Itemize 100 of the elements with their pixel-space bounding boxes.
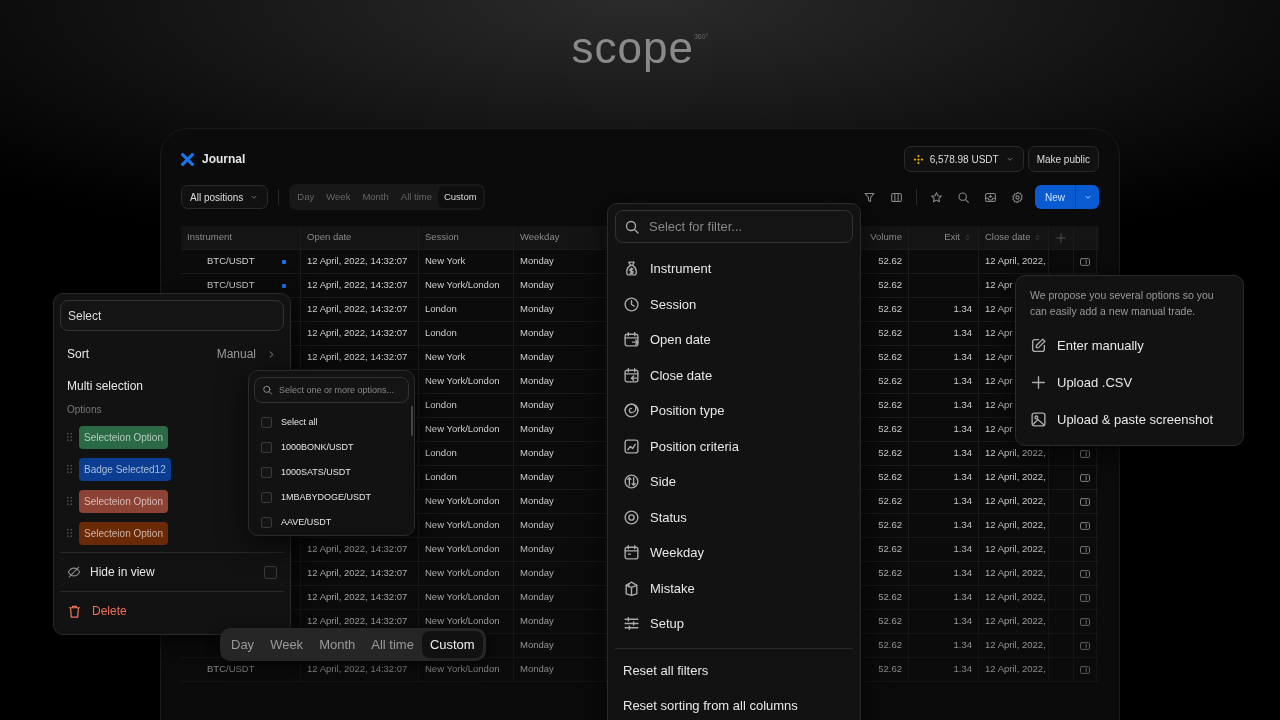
checkbox[interactable] xyxy=(261,467,272,478)
side-panel-icon[interactable] xyxy=(1079,663,1091,676)
option-tag[interactable]: Selecteion Option xyxy=(79,425,168,449)
popover-option[interactable]: Upload .CSV xyxy=(1030,364,1229,401)
table-cell: 1.34 xyxy=(953,350,972,365)
side-panel-icon[interactable] xyxy=(1079,543,1091,556)
popover-option[interactable]: Enter manually xyxy=(1030,327,1229,364)
table-cell: London xyxy=(425,470,457,485)
sort-menu-item[interactable]: Sort Manual xyxy=(60,344,284,364)
filter-option[interactable]: Side xyxy=(615,464,853,500)
make-public-button[interactable]: Make public xyxy=(1027,146,1099,172)
table-cell: 1.34 xyxy=(953,518,972,533)
table-cell: 12 April, 2022, 14:32:07 xyxy=(307,278,408,293)
side-panel-icon[interactable] xyxy=(1079,255,1091,268)
table-cell: 12 Apr xyxy=(985,374,1013,389)
filter-option[interactable]: Position criteria xyxy=(615,428,853,464)
add-column-icon[interactable] xyxy=(1055,231,1067,244)
checkbox[interactable] xyxy=(261,442,272,453)
option-label[interactable]: 1000SATS/USDT xyxy=(281,465,351,480)
image-icon xyxy=(1030,411,1047,428)
column-header[interactable]: Close date xyxy=(985,230,1031,245)
option-tag[interactable]: Selecteion Option xyxy=(79,489,168,513)
period-tab[interactable]: All time xyxy=(363,631,422,658)
filter-option[interactable]: Open date xyxy=(615,322,853,358)
option-label[interactable]: 1MBABYDOGE/USDT xyxy=(281,490,372,505)
side-panel-icon[interactable] xyxy=(1079,471,1091,484)
table-cell: 52.62 xyxy=(878,446,902,461)
period-tab[interactable]: Month xyxy=(311,631,364,658)
inbox-icon[interactable] xyxy=(984,190,997,204)
balance-dropdown[interactable]: 6,578.98 USDT xyxy=(903,146,1024,172)
side-panel-icon[interactable] xyxy=(1079,519,1091,532)
table-cell: London xyxy=(425,398,457,413)
plus-icon xyxy=(1030,374,1047,391)
option-label[interactable]: AAVE/USDT xyxy=(281,515,332,530)
search-field[interactable]: Select for filter... xyxy=(615,210,853,243)
option-label[interactable]: 1000BONK/USDT xyxy=(281,440,354,455)
table-cell: 52.62 xyxy=(878,470,902,485)
menu-action[interactable]: Reset all filters xyxy=(615,652,853,688)
table-cell: 1.34 xyxy=(953,326,972,341)
drag-handle-icon[interactable] xyxy=(67,464,72,474)
filter-option[interactable]: Close date xyxy=(615,357,853,393)
column-header[interactable]: Weekday xyxy=(520,230,560,245)
side-panel-icon[interactable] xyxy=(1079,639,1091,652)
option-tag[interactable]: Selecteion Option xyxy=(79,521,168,545)
popover-option[interactable]: Upload & paste screenshot xyxy=(1030,401,1229,438)
filter-option[interactable]: Position type xyxy=(615,393,853,429)
drag-handle-icon[interactable] xyxy=(67,432,72,442)
select-field[interactable]: Select xyxy=(60,300,284,331)
option-label[interactable]: Select all xyxy=(281,415,318,430)
table-cell: 52.62 xyxy=(878,662,902,677)
table-cell: 12 April, 2022, xyxy=(985,566,1046,581)
filter-option[interactable]: Instrument xyxy=(615,251,853,287)
search-field[interactable]: Select one or more options... xyxy=(254,377,409,403)
period-tab[interactable]: Week xyxy=(262,631,312,658)
filter-option[interactable]: Setup xyxy=(615,606,853,642)
checkbox[interactable] xyxy=(264,565,277,579)
side-panel-icon[interactable] xyxy=(1079,591,1091,604)
checkbox[interactable] xyxy=(261,492,272,503)
column-header[interactable]: Instrument xyxy=(187,230,232,245)
table-cell: 52.62 xyxy=(878,566,902,581)
side-panel-icon[interactable] xyxy=(1079,447,1091,460)
positions-dropdown[interactable]: All positions xyxy=(181,185,269,209)
eye-off-icon xyxy=(67,565,81,579)
side-panel-icon[interactable] xyxy=(1079,567,1091,580)
columns-icon[interactable] xyxy=(890,190,903,204)
table-cell: 1.34 xyxy=(953,374,972,389)
filter-option[interactable]: Weekday xyxy=(615,535,853,571)
drag-handle-icon[interactable] xyxy=(67,496,72,506)
column-header[interactable]: Exit xyxy=(944,230,960,245)
filter-option[interactable]: Status xyxy=(615,499,853,535)
table-cell: 12 Apr xyxy=(985,422,1013,437)
settings-icon[interactable] xyxy=(1011,190,1024,204)
side-panel-icon[interactable] xyxy=(1079,495,1091,508)
column-header[interactable]: Session xyxy=(425,230,459,245)
column-header[interactable]: Volume xyxy=(870,230,902,245)
table-cell: 12 April, 2022, xyxy=(985,446,1046,461)
filter-option[interactable]: Session xyxy=(615,286,853,322)
search-icon[interactable] xyxy=(957,190,970,204)
new-menu-button[interactable] xyxy=(1075,185,1099,209)
checkbox[interactable] xyxy=(261,417,272,428)
table-cell: 1.34 xyxy=(953,638,972,653)
table-cell: 12 April, 2022, 14:32:07 xyxy=(307,302,408,317)
new-button[interactable]: New xyxy=(1035,185,1075,209)
column-header[interactable]: Open date xyxy=(307,230,352,245)
period-tab[interactable]: Custom xyxy=(421,631,483,658)
delete-button[interactable]: Delete xyxy=(60,592,134,630)
table-cell: 12 Apr xyxy=(985,326,1013,341)
filter-option[interactable]: Mistake xyxy=(615,570,853,606)
menu-action[interactable]: Reset sorting from all columns xyxy=(615,688,853,720)
checkbox[interactable] xyxy=(261,517,272,528)
drag-handle-icon[interactable] xyxy=(67,528,72,538)
table-cell: 52.62 xyxy=(878,254,902,269)
option-tag[interactable]: Badge Selected12 xyxy=(79,457,171,481)
table-cell: Monday xyxy=(520,374,554,389)
period-tab[interactable]: Day xyxy=(223,631,263,658)
side-panel-icon[interactable] xyxy=(1079,615,1091,628)
table-cell: Monday xyxy=(520,398,554,413)
star-icon[interactable] xyxy=(930,190,943,204)
period-tab[interactable]: Custom xyxy=(437,185,483,209)
filter-icon[interactable] xyxy=(863,190,876,204)
